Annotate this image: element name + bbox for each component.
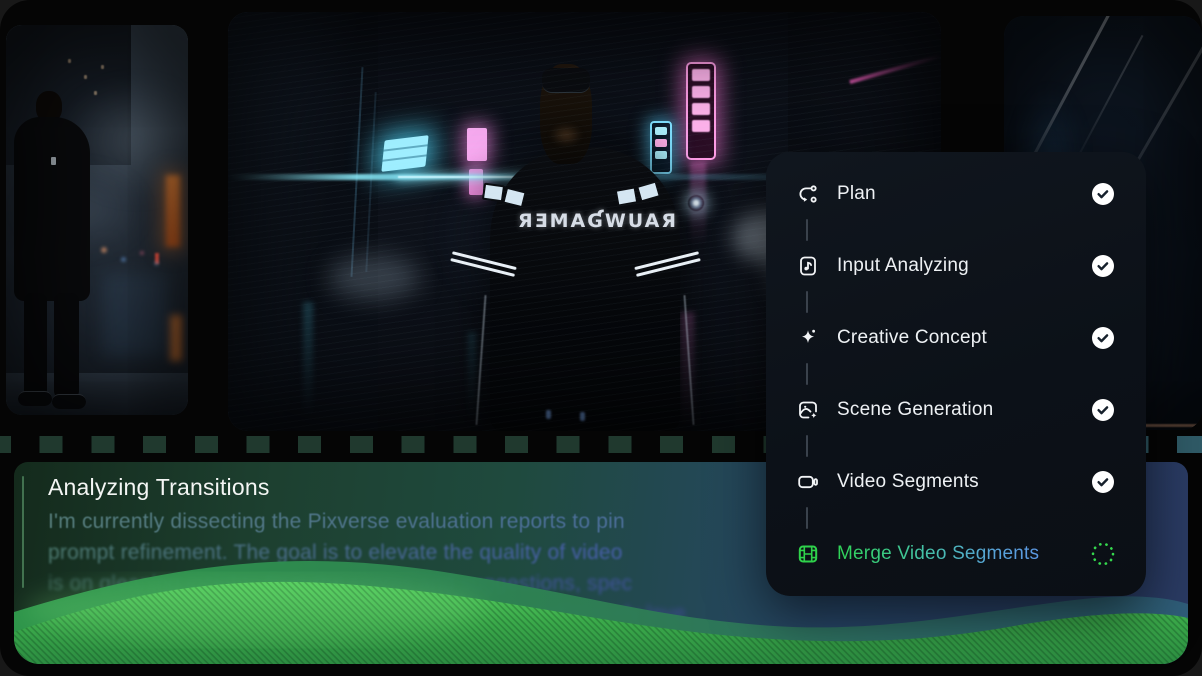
task-label: Merge Video Segments — [837, 543, 1091, 565]
check-circle-icon — [1091, 326, 1115, 350]
check-circle-icon — [1091, 182, 1115, 206]
scene-sparkle-icon — [796, 398, 820, 422]
task-label: Plan — [837, 183, 1091, 205]
task-item-plan[interactable]: Plan — [766, 158, 1146, 230]
check-circle-icon — [1091, 254, 1115, 278]
route-icon — [796, 182, 820, 206]
video-frame-1[interactable] — [6, 25, 188, 415]
app-window: ЯƎMAƓWUAЯ Analyzing Transiti — [0, 0, 1202, 676]
connector-line — [806, 435, 808, 457]
connector-line — [806, 363, 808, 385]
task-item-merge-video-segments[interactable]: Merge Video Segments — [766, 518, 1146, 590]
film-frame-icon — [796, 542, 820, 566]
task-item-video-segments[interactable]: Video Segments — [766, 446, 1146, 518]
check-circle-icon — [1091, 398, 1115, 422]
task-panel: Plan Input Analyzing — [766, 152, 1146, 596]
task-item-input-analyzing[interactable]: Input Analyzing — [766, 230, 1146, 302]
task-label: Creative Concept — [837, 327, 1091, 349]
check-circle-icon — [1091, 470, 1115, 494]
task-label: Video Segments — [837, 471, 1091, 493]
connector-line — [806, 507, 808, 529]
task-label: Input Analyzing — [837, 255, 1091, 277]
spinner-icon — [1091, 542, 1115, 566]
connector-line — [806, 219, 808, 241]
connector-line — [806, 291, 808, 313]
video-camera-icon — [796, 470, 820, 494]
audio-file-icon — [796, 254, 820, 278]
sparkle-icon — [796, 326, 820, 350]
task-label: Scene Generation — [837, 399, 1091, 421]
task-item-scene-generation[interactable]: Scene Generation — [766, 374, 1146, 446]
task-item-creative-concept[interactable]: Creative Concept — [766, 302, 1146, 374]
